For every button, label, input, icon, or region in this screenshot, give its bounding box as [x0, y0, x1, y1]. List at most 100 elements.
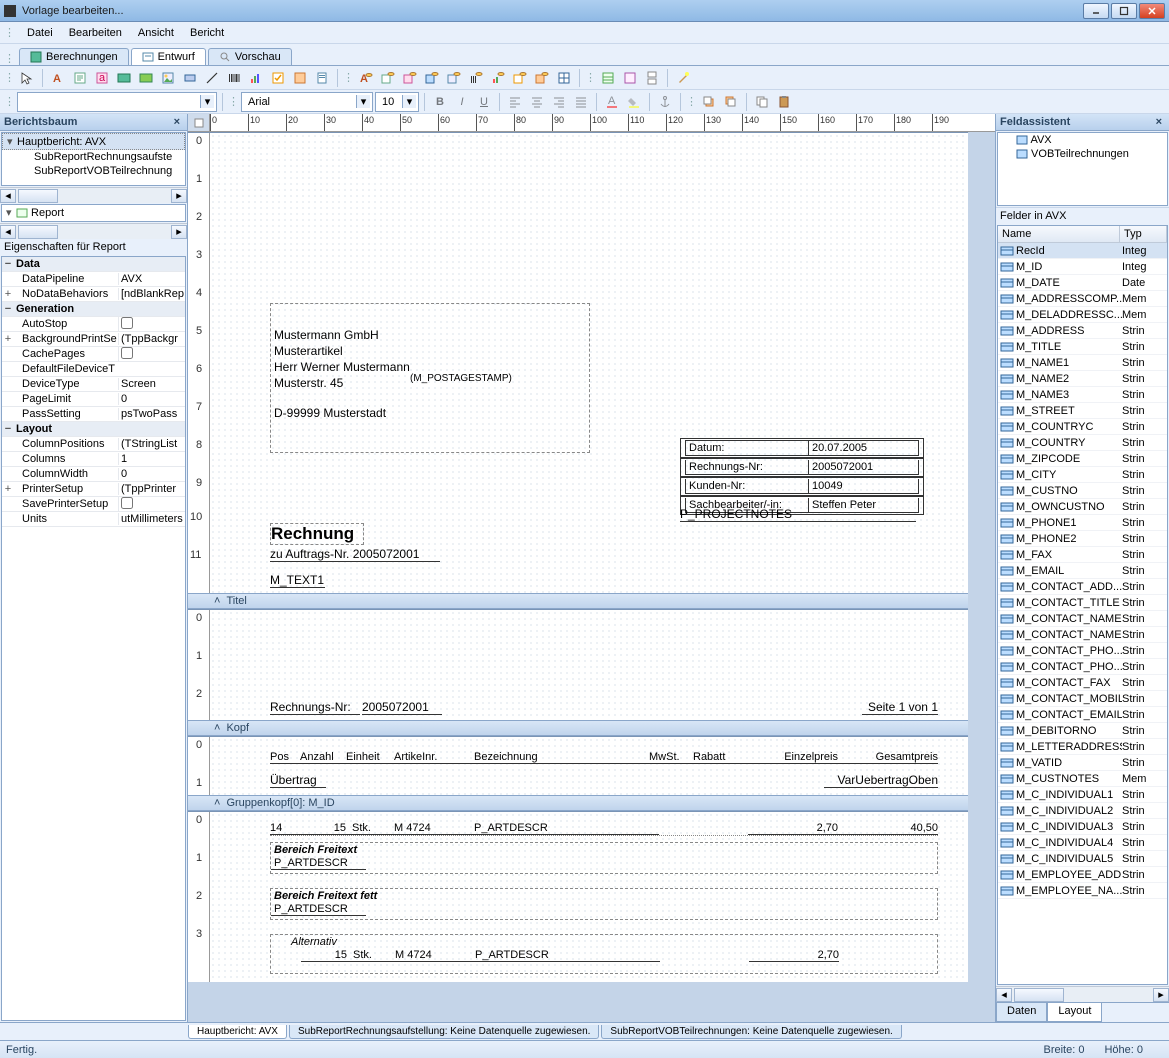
- var-uebertrag[interactable]: VarUebertragOben: [824, 773, 938, 788]
- col-type[interactable]: Typ: [1120, 226, 1167, 242]
- field-row[interactable]: M_EMAILStrin: [998, 563, 1167, 579]
- menu-datei[interactable]: Datei: [19, 25, 61, 41]
- field-row[interactable]: M_VATIDStrin: [998, 755, 1167, 771]
- subreport-tool[interactable]: [312, 68, 332, 88]
- grid-tool[interactable]: [598, 68, 618, 88]
- dbrichtext-tool[interactable]: [400, 68, 420, 88]
- menu-bericht[interactable]: Bericht: [182, 25, 232, 41]
- field-row[interactable]: M_EMPLOYEE_ADD...Strin: [998, 867, 1167, 883]
- field-list[interactable]: Name Typ RecIdIntegM_IDIntegM_DATEDateM_…: [997, 225, 1168, 985]
- paste-button[interactable]: [774, 92, 794, 112]
- grid2-tool[interactable]: [620, 68, 640, 88]
- fieldlist-hscroll[interactable]: ◂▸: [996, 986, 1169, 1002]
- ruler-corner[interactable]: [188, 114, 210, 132]
- sysvar-tool[interactable]: [114, 68, 134, 88]
- collapse-icon[interactable]: ˄: [214, 595, 220, 607]
- uebertrag[interactable]: Übertrag: [270, 773, 326, 788]
- prop-row[interactable]: DeviceTypeScreen: [2, 377, 185, 392]
- field-row[interactable]: M_STREETStrin: [998, 403, 1167, 419]
- send-back-button[interactable]: [721, 92, 741, 112]
- address-street[interactable]: Musterstr. 45: [274, 376, 343, 390]
- prop-row[interactable]: SavePrinterSetup: [2, 497, 185, 512]
- minimize-button[interactable]: [1083, 3, 1109, 19]
- field-row[interactable]: M_CONTACT_ADD...Strin: [998, 579, 1167, 595]
- field-row[interactable]: M_DELADDRESSC...Mem: [998, 307, 1167, 323]
- prop-row[interactable]: +NoDataBehaviors[ndBlankRep: [2, 287, 185, 302]
- address-city[interactable]: D-99999 Musterstadt: [274, 406, 386, 420]
- field-row[interactable]: M_DEBITORNOStrin: [998, 723, 1167, 739]
- bring-front-button[interactable]: [699, 92, 719, 112]
- field-row[interactable]: M_DATEDate: [998, 275, 1167, 291]
- prop-row[interactable]: Columns1: [2, 452, 185, 467]
- field-row[interactable]: M_C_INDIVIDUAL4Strin: [998, 835, 1167, 851]
- tab-vorschau[interactable]: Vorschau: [208, 48, 292, 65]
- dbbarcode-tool[interactable]: [466, 68, 486, 88]
- report-tab[interactable]: SubReportRechnungsaufstellung: Keine Dat…: [289, 1025, 599, 1039]
- prop-row[interactable]: PassSettingpsTwoPass: [2, 407, 185, 422]
- field-row[interactable]: M_NAME2Strin: [998, 371, 1167, 387]
- address-article[interactable]: Musterartikel: [274, 344, 343, 358]
- field-row[interactable]: M_IDInteg: [998, 259, 1167, 275]
- chart-tool[interactable]: [246, 68, 266, 88]
- memo-tool[interactable]: [70, 68, 90, 88]
- field-row[interactable]: M_TITLEStrin: [998, 339, 1167, 355]
- tab-entwurf[interactable]: Entwurf: [131, 48, 206, 65]
- subtitle[interactable]: zu Auftrags-Nr. 2005072001: [270, 547, 440, 562]
- field-row[interactable]: M_CONTACT_TITLEStrin: [998, 595, 1167, 611]
- kopf-page[interactable]: Seite 1 von 1: [862, 700, 938, 715]
- menu-bearbeiten[interactable]: Bearbeiten: [61, 25, 130, 41]
- field-row[interactable]: M_CONTACT_NAME1Strin: [998, 611, 1167, 627]
- vertical-ruler[interactable]: 0 1 2: [188, 610, 210, 720]
- horizontal-ruler[interactable]: 0102030405060708090100110120130140150160…: [210, 114, 995, 132]
- align-right-button[interactable]: [549, 92, 569, 112]
- dbteechart-tool[interactable]: [532, 68, 552, 88]
- italic-button[interactable]: I: [452, 92, 472, 112]
- shape-tool[interactable]: [180, 68, 200, 88]
- field-row[interactable]: M_C_INDIVIDUAL5Strin: [998, 851, 1167, 867]
- line-tool[interactable]: [202, 68, 222, 88]
- close-button[interactable]: [1139, 3, 1165, 19]
- prop-checkbox[interactable]: [121, 497, 133, 509]
- align-left-button[interactable]: [505, 92, 525, 112]
- collapse-icon[interactable]: ˄: [214, 722, 220, 734]
- property-grid[interactable]: −DataDataPipelineAVX+NoDataBehaviors[ndB…: [1, 256, 186, 1021]
- prop-row[interactable]: DataPipelineAVX: [2, 272, 185, 287]
- field-row[interactable]: M_CONTACT_FAXStrin: [998, 675, 1167, 691]
- vertical-ruler[interactable]: 0 1 2 3 4 5 6 7 8 9 10 11: [188, 133, 210, 593]
- tree2-hscroll[interactable]: ◂▸: [0, 223, 187, 239]
- wizard-tool[interactable]: [673, 68, 693, 88]
- field-row[interactable]: M_ZIPCODEStrin: [998, 451, 1167, 467]
- prop-row[interactable]: +BackgroundPrintSe(TppBackgr: [2, 332, 185, 347]
- field-row[interactable]: M_C_INDIVIDUAL1Strin: [998, 787, 1167, 803]
- prop-row[interactable]: ColumnPositions(TStringList: [2, 437, 185, 452]
- variable-tool[interactable]: [136, 68, 156, 88]
- dbchart-tool[interactable]: [488, 68, 508, 88]
- field-row[interactable]: RecIdInteg: [998, 243, 1167, 259]
- field-row[interactable]: M_OWNCUSTNOStrin: [998, 499, 1167, 515]
- label-tool[interactable]: A: [48, 68, 68, 88]
- crosstab-tool[interactable]: [554, 68, 574, 88]
- field-row[interactable]: M_NAME3Strin: [998, 387, 1167, 403]
- close-panel-button[interactable]: ×: [1153, 116, 1165, 128]
- prop-row[interactable]: AutoStop: [2, 317, 185, 332]
- field-row[interactable]: M_CUSTNOTESMem: [998, 771, 1167, 787]
- report-tab[interactable]: SubReportVOBTeilrechnungen: Keine Datenq…: [601, 1025, 901, 1039]
- band-kopf-footer[interactable]: ˄Kopf: [188, 720, 968, 736]
- field-row[interactable]: M_PHONE2Strin: [998, 531, 1167, 547]
- field-source-item[interactable]: AVX: [998, 133, 1167, 147]
- field-row[interactable]: M_COUNTRYCStrin: [998, 419, 1167, 435]
- prop-category[interactable]: −Generation: [2, 302, 185, 317]
- field-row[interactable]: M_FAXStrin: [998, 547, 1167, 563]
- report-tree-2[interactable]: ▾ Report: [1, 204, 186, 222]
- detail-row[interactable]: 14 15 Stk. M 4724 P_ARTDESCR 2,70 40,50: [270, 822, 938, 836]
- prop-checkbox[interactable]: [121, 347, 133, 359]
- field-row[interactable]: M_C_INDIVIDUAL2Strin: [998, 803, 1167, 819]
- mtext1[interactable]: M_TEXT1: [270, 573, 325, 588]
- field-row[interactable]: M_ADDRESSStrin: [998, 323, 1167, 339]
- prop-row[interactable]: UnitsutMillimeters: [2, 512, 185, 527]
- barcode-tool[interactable]: [224, 68, 244, 88]
- kopf-rn-val[interactable]: 2005072001: [362, 700, 442, 715]
- dbmemo-tool[interactable]: [378, 68, 398, 88]
- tab-berechnungen[interactable]: Berechnungen: [19, 48, 129, 65]
- pointer-tool[interactable]: [17, 68, 37, 88]
